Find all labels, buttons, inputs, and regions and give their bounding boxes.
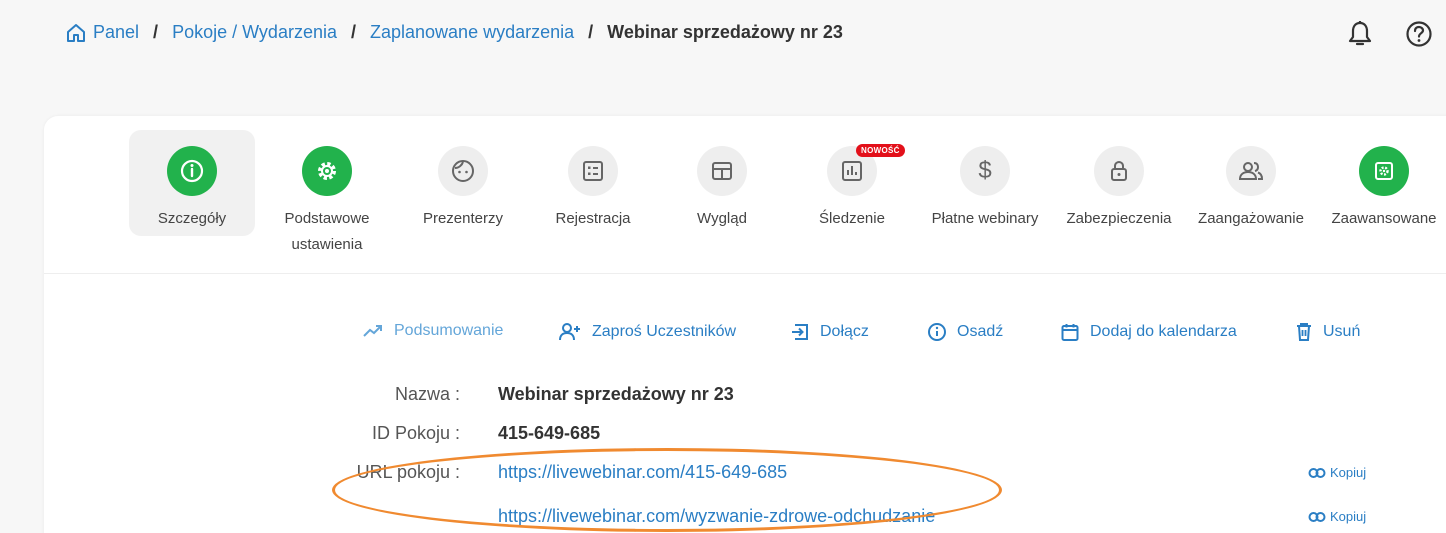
breadcrumb-rooms[interactable]: Pokoje / Wydarzenia — [172, 22, 337, 43]
tab-label: Prezenterzy — [422, 210, 504, 227]
people-icon — [1226, 146, 1276, 196]
invite-participants-button[interactable]: Zaproś Uczestników — [558, 322, 736, 342]
advanced-gear-icon — [1359, 146, 1409, 196]
tab-tracking[interactable]: NOWOŚĆ Śledzenie — [789, 130, 915, 232]
join-label: Dołącz — [820, 323, 869, 340]
home-icon[interactable] — [66, 23, 86, 43]
tab-bar: Szczegóły Podstawowe ustawienia Prezente… — [44, 116, 1446, 274]
breadcrumb-scheduled[interactable]: Zaplanowane wydarzenia — [370, 22, 574, 43]
detail-row-name: Nazwa : Webinar sprzedażowy nr 23 — [44, 384, 1424, 408]
link-icon — [1308, 467, 1326, 478]
add-user-icon — [559, 323, 580, 341]
tab-label: Rejestracja — [555, 210, 631, 227]
copy-url-alias-button[interactable]: Kopiuj — [1308, 509, 1366, 524]
tab-label: Szczegóły — [157, 210, 227, 227]
tab-label: Zaawansowane — [1331, 210, 1437, 227]
tab-engagement[interactable]: Zaangażowanie — [1188, 130, 1314, 232]
invite-label: Zaproś Uczestników — [592, 323, 737, 340]
form-icon — [568, 146, 618, 196]
detail-row-id: ID Pokoju : 415-649-685 — [44, 423, 1424, 447]
top-bar: Panel / Pokoje / Wydarzenia / Zaplanowan… — [0, 0, 1446, 70]
breadcrumb-separator: / — [153, 22, 159, 42]
tab-security[interactable]: Zabezpieczenia — [1056, 130, 1182, 232]
delete-label: Usuń — [1323, 323, 1361, 340]
tab-label: Płatne webinary — [931, 210, 1039, 227]
delete-button[interactable]: Usuń — [1295, 322, 1360, 342]
copy-url-button[interactable]: Kopiuj — [1308, 465, 1366, 480]
trending-up-icon — [363, 325, 382, 337]
tab-appearance[interactable]: Wygląd — [659, 130, 785, 232]
face-icon — [438, 146, 488, 196]
add-to-calendar-button[interactable]: Dodaj do kalendarza — [1060, 322, 1237, 342]
chart-icon: NOWOŚĆ — [827, 144, 905, 196]
breadcrumb-current: Webinar sprzedażowy nr 23 — [607, 22, 843, 42]
calendar-icon — [1061, 324, 1079, 341]
tab-label: Zabezpieczenia — [1066, 210, 1172, 227]
info-icon — [928, 323, 946, 341]
embed-button[interactable]: Osadź — [927, 322, 1003, 342]
layout-icon — [697, 146, 747, 196]
embed-label: Osadź — [957, 323, 1004, 340]
tab-basic-settings[interactable]: Podstawowe ustawienia — [264, 130, 390, 258]
action-bar: Podsumowanie Zaproś Uczestników Dołącz O… — [362, 322, 1422, 346]
tab-details[interactable]: Szczegóły — [129, 130, 255, 236]
tab-label: Podstawowe ustawienia — [284, 210, 370, 253]
tab-paid-webinars[interactable]: $ Płatne webinary — [922, 130, 1048, 232]
link-icon — [1308, 511, 1326, 522]
tab-label: Wygląd — [697, 210, 747, 227]
room-id-label: ID Pokoju : — [371, 423, 460, 443]
dollar-icon: $ — [960, 146, 1010, 196]
name-label: Nazwa : — [394, 384, 460, 404]
tab-registration[interactable]: Rejestracja — [530, 130, 656, 232]
lock-icon — [1094, 146, 1144, 196]
breadcrumb: Panel / Pokoje / Wydarzenia / Zaplanowan… — [66, 22, 843, 43]
tab-label: Śledzenie — [819, 210, 885, 227]
highlight-oval — [332, 448, 1002, 532]
gear-icon — [302, 146, 352, 196]
name-value: Webinar sprzedażowy nr 23 — [498, 384, 734, 404]
copy-label: Kopiuj — [1330, 465, 1367, 480]
tab-label: Zaangażowanie — [1198, 210, 1304, 227]
trash-icon — [1297, 323, 1311, 341]
room-id-value: 415-649-685 — [498, 423, 601, 443]
breadcrumb-separator: / — [588, 22, 594, 42]
summary-button[interactable]: Podsumowanie — [362, 322, 503, 340]
breadcrumb-panel[interactable]: Panel — [93, 22, 139, 43]
enter-icon — [792, 324, 808, 340]
help-icon[interactable] — [1405, 20, 1433, 48]
tab-presenters[interactable]: Prezenterzy — [400, 130, 526, 232]
join-button[interactable]: Dołącz — [790, 322, 869, 342]
tab-advanced[interactable]: Zaawansowane — [1321, 130, 1446, 232]
bell-icon[interactable] — [1347, 20, 1373, 48]
copy-label: Kopiuj — [1330, 509, 1367, 524]
summary-label: Podsumowanie — [394, 322, 504, 339]
new-badge: NOWOŚĆ — [856, 144, 905, 157]
info-icon — [167, 146, 217, 196]
breadcrumb-separator: / — [350, 22, 356, 42]
calendar-label: Dodaj do kalendarza — [1090, 323, 1237, 340]
